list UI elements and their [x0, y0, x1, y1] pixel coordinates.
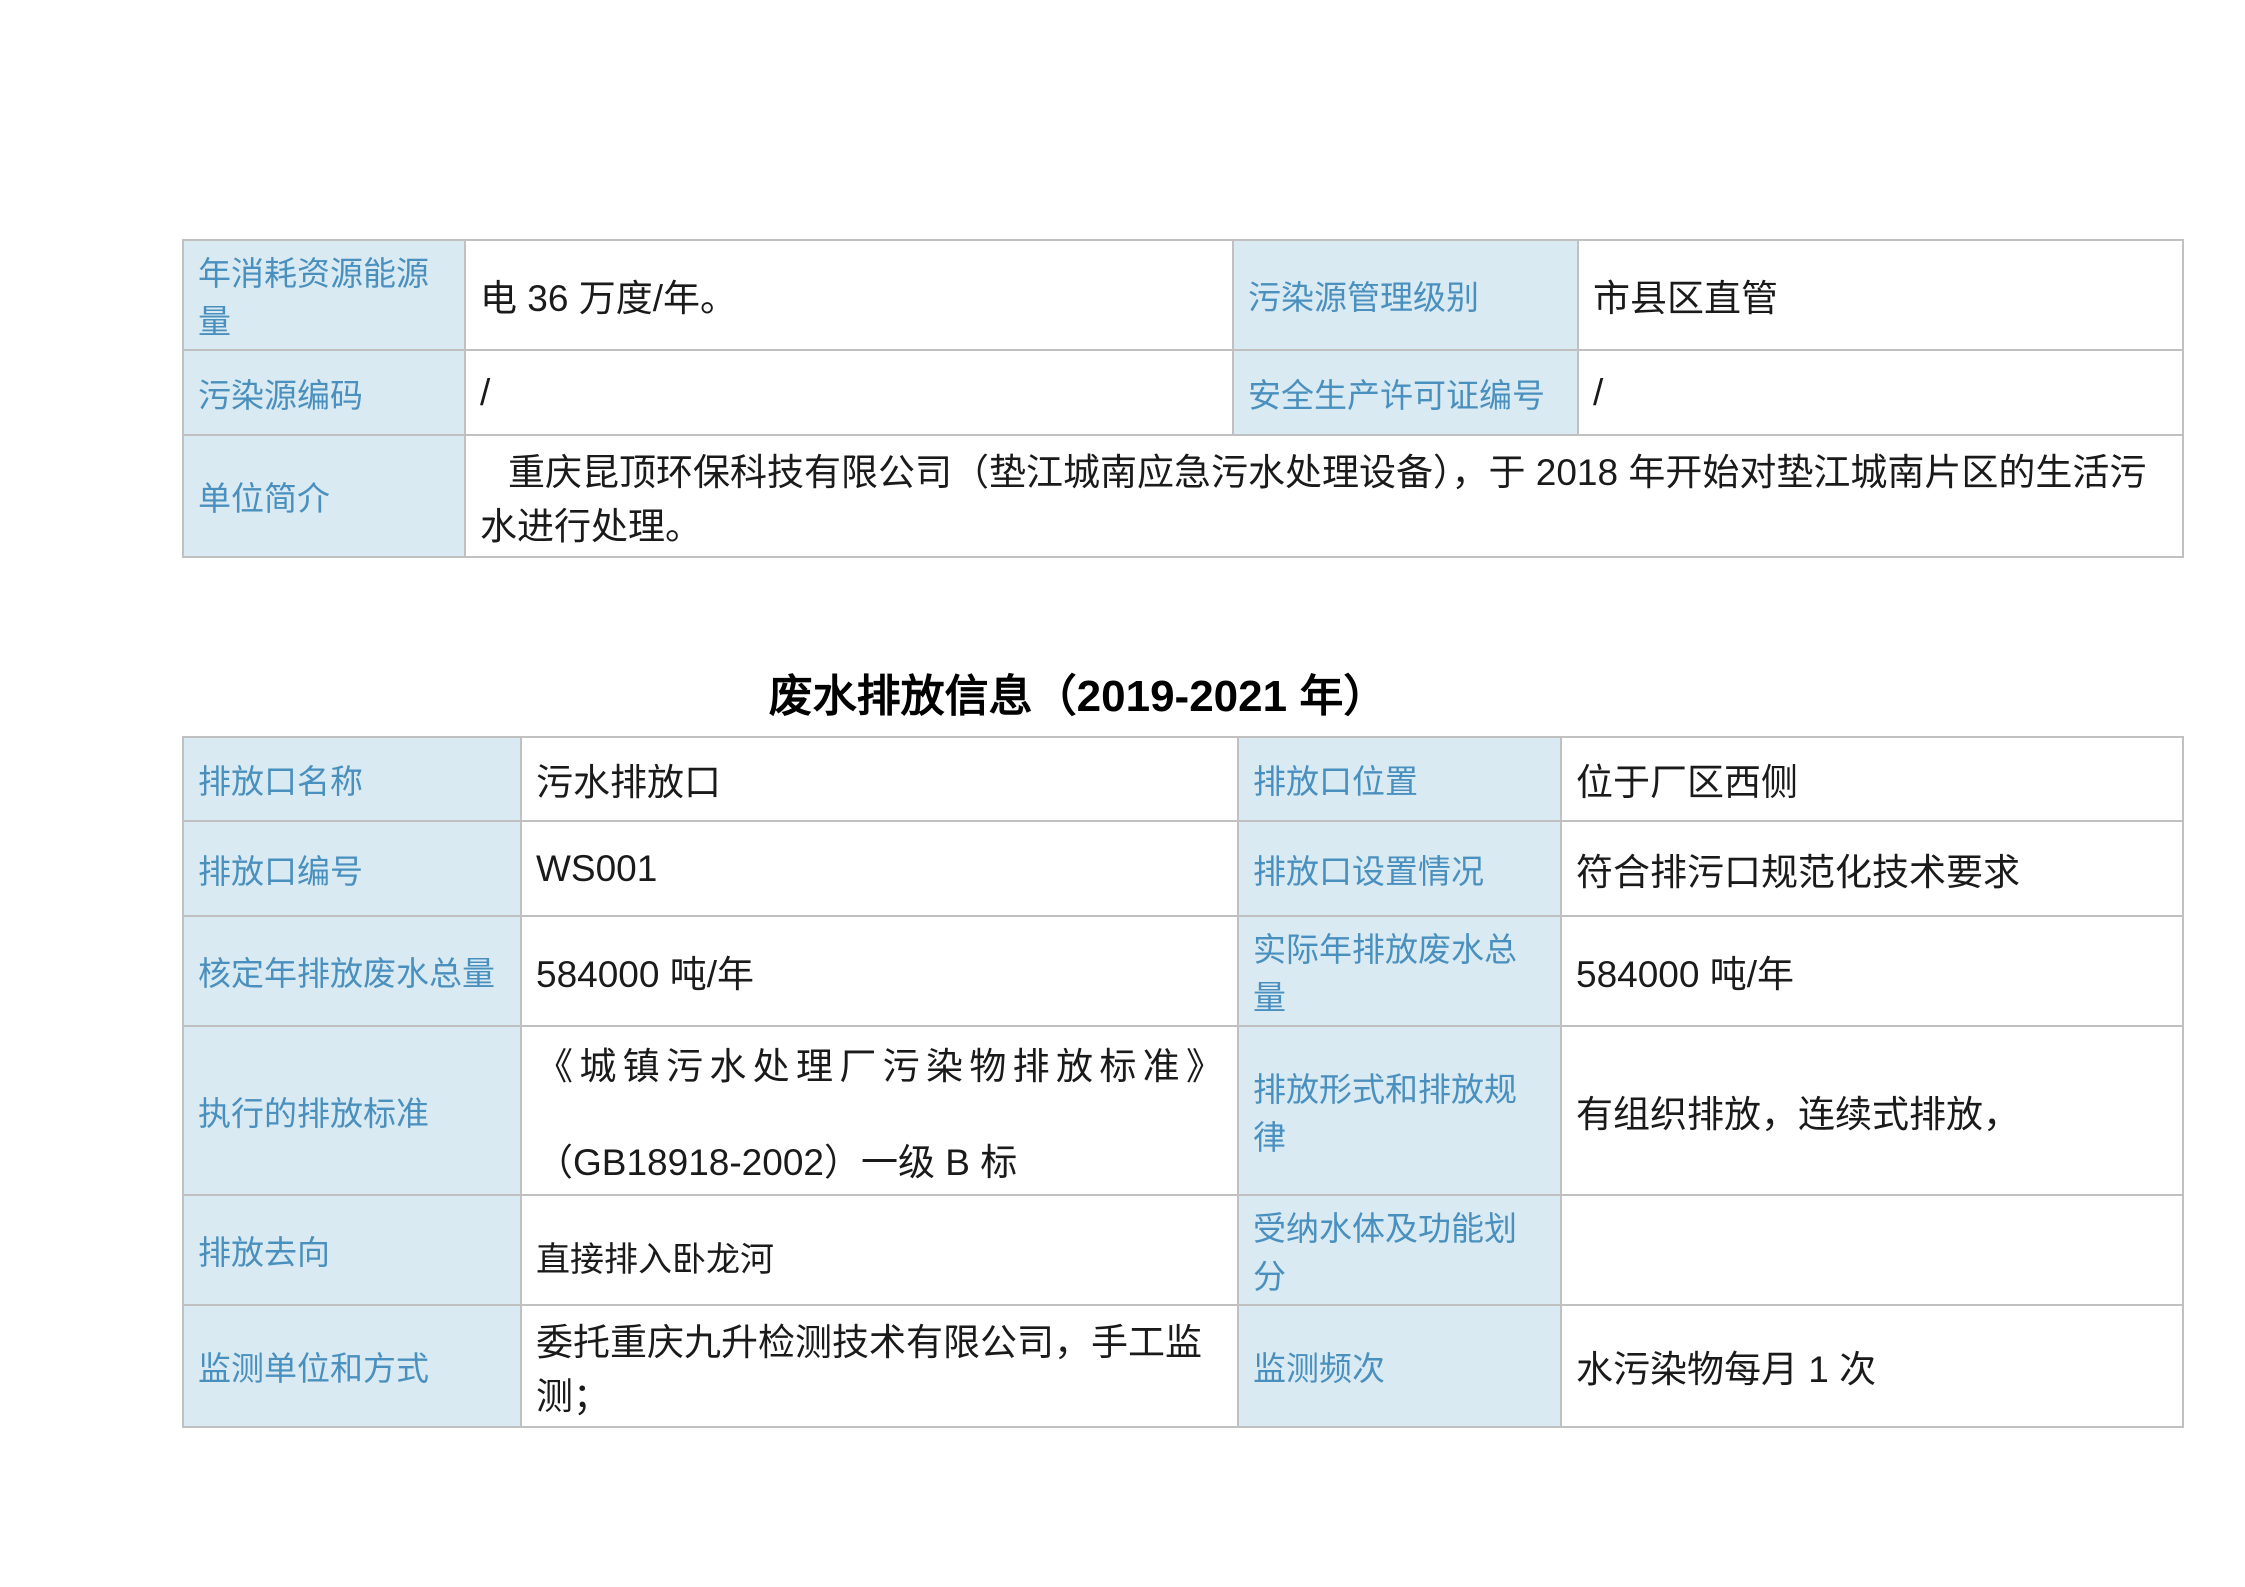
label-cell-discharge-form: 排放形式和排放规律: [1238, 1026, 1561, 1195]
value-cell-pollution-source-code: /: [465, 350, 1233, 435]
value-cell-monitoring-frequency: 水污染物每月 1 次: [1561, 1305, 2183, 1427]
label-cell-outlet-name: 排放口名称: [183, 737, 521, 821]
value-text: 委托重庆九升检测技术有限公司，手工监测；: [536, 1322, 1202, 1417]
label-text: 污染源编码: [198, 377, 363, 414]
value-text: 位于厂区西侧: [1576, 762, 1798, 803]
value-cell-outlet-location: 位于厂区西侧: [1561, 737, 2183, 821]
label-cell-receiving-water: 受纳水体及功能划分: [1238, 1195, 1561, 1305]
standard-line-1: 《城镇污水处理厂污染物排放标准》: [536, 1036, 1223, 1090]
table-row: 监测单位和方式 委托重庆九升检测技术有限公司，手工监测； 监测频次 水污染物每月…: [183, 1305, 2183, 1427]
value-cell-outlet-setup: 符合排污口规范化技术要求: [1561, 821, 2183, 916]
label-cell-actual-discharge: 实际年排放废水总量: [1238, 916, 1561, 1026]
value-text: 重庆昆顶环保科技有限公司（垫江城南应急污水处理设备），于 2018 年开始对垫江…: [480, 452, 2146, 547]
label-cell-approved-discharge: 核定年排放废水总量: [183, 916, 521, 1026]
label-cell-outlet-number: 排放口编号: [183, 821, 521, 916]
section-title: 废水排放信息（2019-2021 年）: [182, 660, 1974, 724]
value-cell-outlet-number: WS001: [521, 821, 1238, 916]
value-cell-company-intro: 重庆昆顶环保科技有限公司（垫江城南应急污水处理设备），于 2018 年开始对垫江…: [465, 435, 2183, 557]
table-row: 排放口名称 污水排放口 排放口位置 位于厂区西侧: [183, 737, 2183, 821]
label-text: 监测单位和方式: [198, 1350, 429, 1387]
label-text: 排放口设置情况: [1253, 853, 1484, 890]
label-text: 污染源管理级别: [1248, 279, 1479, 316]
table-row: 单位简介 重庆昆顶环保科技有限公司（垫江城南应急污水处理设备），于 2018 年…: [183, 435, 2183, 557]
value-text: 584000 吨/年: [1576, 954, 1794, 995]
value-text: 直接排入卧龙河: [536, 1242, 774, 1279]
value-text: /: [480, 372, 490, 413]
label-text: 监测频次: [1253, 1350, 1385, 1387]
value-cell-annual-energy: 电 36 万度/年。: [465, 240, 1233, 350]
label-text: 核定年排放废水总量: [198, 955, 495, 992]
value-text: 水污染物每月 1 次: [1576, 1349, 1876, 1390]
value-text: /: [1593, 372, 1603, 413]
label-text: 受纳水体及功能划分: [1253, 1210, 1517, 1295]
value-text: 电 36 万度/年。: [480, 278, 737, 319]
table-row: 排放去向 直接排入卧龙河 受纳水体及功能划分: [183, 1195, 2183, 1305]
value-cell-discharge-destination: 直接排入卧龙河: [521, 1195, 1238, 1305]
value-cell-actual-discharge: 584000 吨/年: [1561, 916, 2183, 1026]
label-text: 安全生产许可证编号: [1248, 377, 1545, 414]
label-text: 单位简介: [198, 480, 330, 517]
table-row: 年消耗资源能源量 电 36 万度/年。 污染源管理级别 市县区直管: [183, 240, 2183, 350]
value-text: 市县区直管: [1593, 278, 1778, 319]
label-cell-pollution-source-code: 污染源编码: [183, 350, 465, 435]
standard-line-2: （GB18918-2002）一级 B 标: [536, 1132, 1223, 1186]
label-cell-safety-license: 安全生产许可证编号: [1233, 350, 1578, 435]
value-text: WS001: [536, 848, 657, 889]
value-cell-approved-discharge: 584000 吨/年: [521, 916, 1238, 1026]
label-cell-monitoring-unit: 监测单位和方式: [183, 1305, 521, 1427]
label-cell-pollution-mgmt-level: 污染源管理级别: [1233, 240, 1578, 350]
label-text: 执行的排放标准: [198, 1095, 429, 1132]
value-cell-safety-license: /: [1578, 350, 2183, 435]
label-text: 年消耗资源能源量: [198, 255, 429, 340]
label-cell-annual-energy: 年消耗资源能源量: [183, 240, 465, 350]
label-text: 排放口编号: [198, 853, 363, 890]
value-text: 符合排污口规范化技术要求: [1576, 852, 2020, 893]
value-cell-outlet-name: 污水排放口: [521, 737, 1238, 821]
document-page: 年消耗资源能源量 电 36 万度/年。 污染源管理级别 市县区直管 污染源编码 …: [0, 0, 2245, 1587]
label-cell-outlet-setup: 排放口设置情况: [1238, 821, 1561, 916]
value-text: 584000 吨/年: [536, 954, 754, 995]
label-cell-outlet-location: 排放口位置: [1238, 737, 1561, 821]
table-row: 污染源编码 / 安全生产许可证编号 /: [183, 350, 2183, 435]
table-row: 执行的排放标准 《城镇污水处理厂污染物排放标准》 （GB18918-2002）一…: [183, 1026, 2183, 1195]
basic-info-table: 年消耗资源能源量 电 36 万度/年。 污染源管理级别 市县区直管 污染源编码 …: [182, 239, 2184, 558]
table-row: 排放口编号 WS001 排放口设置情况 符合排污口规范化技术要求: [183, 821, 2183, 916]
label-text: 排放口名称: [198, 763, 363, 800]
table-row: 核定年排放废水总量 584000 吨/年 实际年排放废水总量 584000 吨/…: [183, 916, 2183, 1026]
label-text: 排放去向: [198, 1234, 330, 1271]
label-cell-monitoring-frequency: 监测频次: [1238, 1305, 1561, 1427]
value-text: 污水排放口: [536, 762, 721, 803]
value-cell-receiving-water: [1561, 1195, 2183, 1305]
label-cell-company-intro: 单位简介: [183, 435, 465, 557]
label-cell-discharge-standard: 执行的排放标准: [183, 1026, 521, 1195]
value-cell-discharge-form: 有组织排放，连续式排放，: [1561, 1026, 2183, 1195]
label-cell-discharge-destination: 排放去向: [183, 1195, 521, 1305]
value-text: 有组织排放，连续式排放，: [1576, 1094, 2020, 1135]
label-text: 排放口位置: [1253, 763, 1418, 800]
label-text: 实际年排放废水总量: [1253, 931, 1517, 1016]
label-text: 排放形式和排放规律: [1253, 1071, 1517, 1156]
value-cell-monitoring-unit: 委托重庆九升检测技术有限公司，手工监测；: [521, 1305, 1238, 1427]
wastewater-discharge-table: 排放口名称 污水排放口 排放口位置 位于厂区西侧 排放口编号 WS001 排放口…: [182, 736, 2184, 1428]
value-cell-discharge-standard: 《城镇污水处理厂污染物排放标准》 （GB18918-2002）一级 B 标: [521, 1026, 1238, 1195]
value-cell-pollution-mgmt-level: 市县区直管: [1578, 240, 2183, 350]
